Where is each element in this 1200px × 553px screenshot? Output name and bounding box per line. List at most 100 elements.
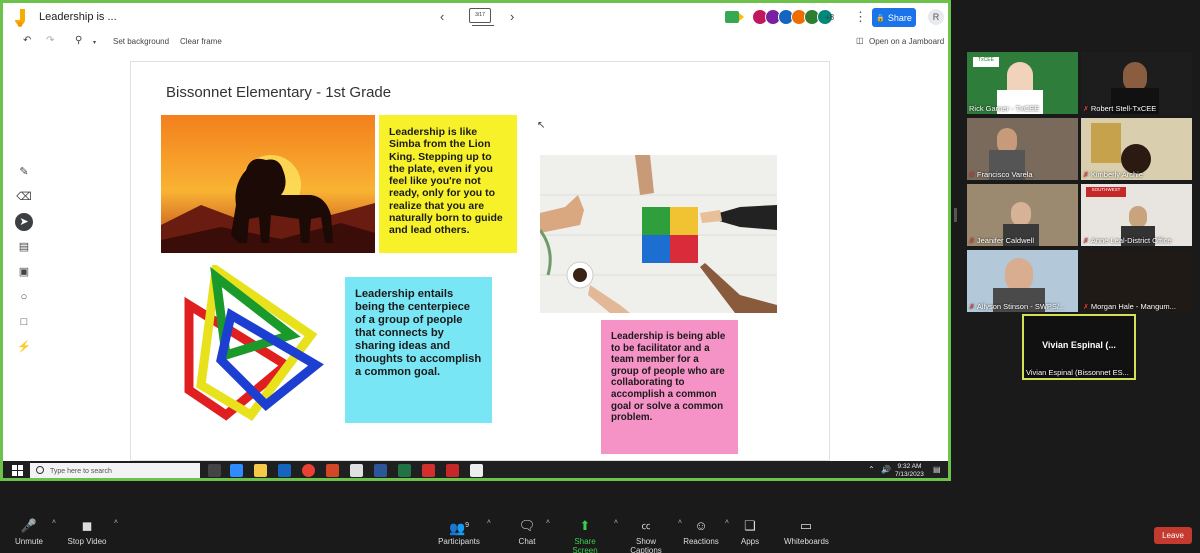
image-icon[interactable]: ▣ <box>15 263 33 281</box>
document-icon[interactable] <box>470 464 483 477</box>
participant-video-tile[interactable]: ✗ Morgan Hale - Mangum... <box>1081 250 1192 312</box>
taskbar-clock[interactable]: 9:32 AM 7/13/2023 <box>895 463 924 478</box>
participant-name: Rick Garner - TxCEE <box>969 104 1040 113</box>
active-speaker-display-name: Vivian Espinal (... <box>1042 340 1116 350</box>
laser-icon[interactable]: ⚡ <box>15 338 33 356</box>
participant-name: Robert Stell-TxCEE <box>1090 104 1157 113</box>
participant-name: Vivian Espinal (Bissonnet ES... <box>1026 368 1129 377</box>
share-screen-button[interactable]: ⬆ Share Screen ˄ <box>562 515 618 553</box>
word-icon[interactable] <box>374 464 387 477</box>
chevron-up-icon[interactable]: ˄ <box>114 519 118 526</box>
participant-video-tile[interactable]: TxCEE Rick Garner - TxCEE <box>967 52 1078 114</box>
chevron-up-icon[interactable]: ˄ <box>487 519 491 526</box>
select-icon[interactable]: ➤ <box>15 213 33 231</box>
chevron-up-icon[interactable]: ⌃ <box>868 465 875 474</box>
participant-name-row: ✗ Francisco Varela <box>969 170 1033 179</box>
jamboard-logo-icon <box>15 9 25 27</box>
taskbar-search-placeholder: Type here to search <box>50 467 112 475</box>
jamboard-top-bar: Leadership is ... ‹ 3/17 › +8 ⋮ 🔒 Share … <box>3 3 948 33</box>
eraser-icon[interactable]: ⌫ <box>15 188 33 206</box>
participant-name-row: ✗ Robert Stell-TxCEE <box>1083 104 1156 113</box>
meet-icon[interactable] <box>725 11 744 23</box>
app-icon[interactable] <box>350 464 363 477</box>
puzzle-hands-image[interactable] <box>540 155 777 313</box>
taskbar-search-input[interactable]: Type here to search <box>30 463 200 478</box>
notifications-icon[interactable]: ▤ <box>933 465 941 474</box>
previous-frame-button[interactable]: ‹ <box>440 9 444 24</box>
participant-video-tile[interactable]: ✗ Kimberly Archie <box>1081 118 1192 180</box>
leave-button[interactable]: Leave <box>1154 527 1192 544</box>
next-frame-button[interactable]: › <box>510 9 514 24</box>
muted-mic-icon: ✗ <box>969 238 975 245</box>
more-collaborators-count[interactable]: +8 <box>825 13 834 22</box>
open-on-jamboard-button[interactable]: Open on a Jamboard <box>869 37 944 46</box>
chat-button[interactable]: 🗨 Chat ˄ <box>514 515 550 546</box>
captions-icon: ㏄ <box>641 521 651 531</box>
sticky-note-icon[interactable]: ▤ <box>15 238 33 256</box>
share-button[interactable]: 🔒 Share <box>872 8 916 27</box>
chevron-up-icon[interactable]: ˄ <box>725 519 729 526</box>
windows-start-icon[interactable] <box>12 465 23 476</box>
zoom-app-icon[interactable] <box>230 464 243 477</box>
stop-video-button[interactable]: ◼ Stop Video ˄ <box>66 515 119 546</box>
apps-icon: ❏ <box>744 518 756 533</box>
jamboard-frame[interactable]: Bissonnet Elementary - 1st Grade Leaders… <box>130 61 830 461</box>
set-background-button[interactable]: Set background <box>113 37 169 46</box>
clear-frame-button[interactable]: Clear frame <box>180 37 222 46</box>
participant-video-tile[interactable]: ✗ Allyson Stinson - SWPS/... <box>967 250 1078 312</box>
sticky-note-yellow[interactable]: Leadership is like Simba from the Lion K… <box>379 115 517 253</box>
zoom-control-bar: 🎤 Unmute ˄ ◼ Stop Video ˄ 👥9 Participant… <box>0 515 1200 553</box>
circle-icon[interactable]: ○ <box>15 288 33 306</box>
chevron-up-icon[interactable]: ˄ <box>546 519 550 526</box>
undo-icon[interactable]: ↶ <box>23 35 31 46</box>
participant-video-tile[interactable]: ✗ Francisco Varela <box>967 118 1078 180</box>
app-icon[interactable] <box>446 464 459 477</box>
account-avatar[interactable]: R <box>928 9 944 25</box>
clock-date: 7/13/2023 <box>895 471 924 478</box>
impossible-triangle-image[interactable] <box>171 265 326 425</box>
share-screen-label: Share Screen <box>572 537 598 553</box>
sticky-note-pink[interactable]: Leadership is being able to be facilitat… <box>601 320 738 454</box>
file-explorer-icon[interactable] <box>254 464 267 477</box>
share-button-label: Share <box>887 12 912 23</box>
acrobat-icon[interactable] <box>422 464 435 477</box>
pen-icon[interactable]: ✎ <box>15 163 33 181</box>
muted-mic-icon: ✗ <box>969 304 975 311</box>
redo-icon[interactable]: ↷ <box>46 35 54 46</box>
chrome-icon[interactable] <box>302 464 315 477</box>
lion-silhouette-image[interactable] <box>161 115 375 253</box>
apps-button[interactable]: ❏ Apps <box>740 515 760 546</box>
participant-video-tile[interactable]: ✗ Jeanifer Caldwell <box>967 184 1078 246</box>
reactions-button[interactable]: ☺ Reactions ˄ <box>683 515 729 546</box>
participant-video-tile[interactable]: ✗ Robert Stell-TxCEE <box>1081 52 1192 114</box>
task-view-icon[interactable] <box>208 464 221 477</box>
jamboard-toolbar: ↶ ↷ ⚲ ▾ Set background Clear frame ◫ Ope… <box>3 33 948 55</box>
frame-bar-button[interactable]: 3/17 <box>469 8 494 26</box>
chevron-up-icon[interactable]: ˄ <box>614 519 618 526</box>
excel-icon[interactable] <box>398 464 411 477</box>
sticky-note-cyan[interactable]: Leadership entails being the centerpiece… <box>345 277 492 423</box>
document-title[interactable]: Leadership is ... <box>39 11 117 23</box>
resize-handle[interactable] <box>954 208 957 222</box>
powerpoint-icon[interactable] <box>326 464 339 477</box>
participants-button[interactable]: 👥9 Participants ˄ <box>437 515 491 546</box>
unmute-button[interactable]: 🎤 Unmute ˄ <box>12 515 56 546</box>
show-captions-button[interactable]: ㏄ Show Captions ˄ <box>620 515 682 553</box>
participant-name-row: ✗ Kimberly Archie <box>1083 170 1143 179</box>
chevron-up-icon[interactable]: ˄ <box>52 519 56 526</box>
chevron-down-icon[interactable]: ▾ <box>93 39 96 46</box>
whiteboards-button[interactable]: ▭ Whiteboards <box>784 515 829 546</box>
chevron-up-icon[interactable]: ˄ <box>678 519 682 526</box>
speaker-icon[interactable]: 🔊 <box>881 465 891 474</box>
participant-name: Jeanifer Caldwell <box>976 236 1034 245</box>
app-icon[interactable] <box>278 464 291 477</box>
participant-video-tile[interactable]: SOUTHWEST ✗ Anne Leal-District Office <box>1081 184 1192 246</box>
lock-icon: 🔒 <box>876 14 885 22</box>
text-box-icon[interactable]: □ <box>15 313 33 331</box>
participants-count: 9 <box>465 522 470 529</box>
muted-mic-icon: ✗ <box>1083 172 1089 179</box>
collaborator-avatars[interactable] <box>752 9 833 25</box>
more-options-icon[interactable]: ⋮ <box>854 9 867 25</box>
zoom-icon[interactable]: ⚲ <box>75 35 82 46</box>
active-speaker-tile[interactable]: Vivian Espinal (... Vivian Espinal (Biss… <box>1022 314 1136 380</box>
